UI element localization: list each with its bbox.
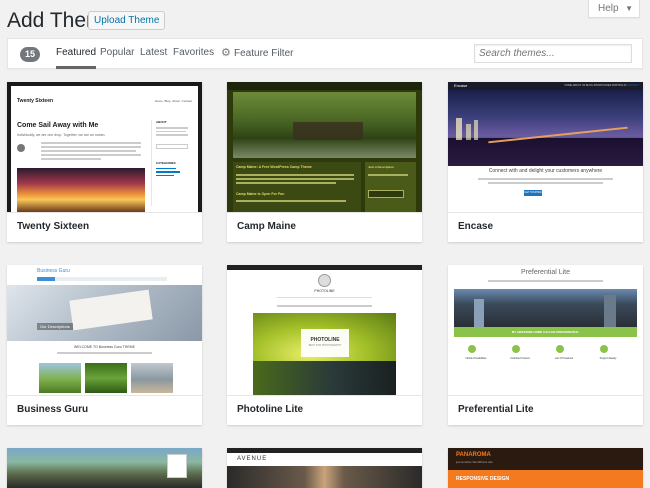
theme-name[interactable]: Camp Maine bbox=[227, 212, 422, 242]
theme-card[interactable]: AVENUE bbox=[227, 448, 422, 488]
theme-screenshot[interactable]: AVENUE bbox=[227, 448, 422, 488]
theme-screenshot[interactable] bbox=[7, 448, 202, 488]
theme-screenshot[interactable]: PANAROMA just another WordPress site RES… bbox=[448, 448, 643, 488]
search-themes-input[interactable] bbox=[474, 44, 632, 63]
help-label: Help bbox=[598, 3, 619, 14]
preview-heading: Camp Maine: A Free WordPress Camp Theme bbox=[236, 165, 312, 169]
preview-hero-image bbox=[17, 168, 145, 212]
preview-brand: PANAROMA bbox=[456, 452, 491, 458]
preview-post-title: Come Sail Away with Me bbox=[17, 122, 99, 129]
help-tab[interactable]: Help ▼ bbox=[588, 0, 640, 18]
theme-card-twenty-sixteen[interactable]: Twenty Sixteen Home Blog About Contact C… bbox=[7, 82, 202, 242]
preview-menu bbox=[167, 454, 187, 478]
gear-icon: ⚙ bbox=[221, 47, 231, 59]
preview-brand: Preferential Lite bbox=[520, 269, 571, 276]
theme-card[interactable] bbox=[7, 448, 202, 488]
tab-popular[interactable]: Popular bbox=[100, 39, 134, 69]
preview-hero-image: PHOTOLINE BEST FOR PHOTOGRAPHY bbox=[253, 313, 396, 395]
tab-favorites[interactable]: Favorites bbox=[173, 39, 214, 69]
preview-brand: Encase bbox=[454, 83, 468, 88]
theme-screenshot[interactable]: PHOTOLINE PHOTOLINE BEST FOR PHOTOGRAPHY bbox=[227, 265, 422, 395]
preview-band-title: MY AWESOME HOME CALLED PREFERENTIAL bbox=[511, 330, 580, 334]
preview-hero-image bbox=[454, 289, 637, 327]
theme-card-camp-maine[interactable]: Camp Maine: A Free WordPress Camp Theme … bbox=[227, 82, 422, 242]
preview-welcome: WELCOME TO Business Guru THEME bbox=[74, 345, 135, 349]
preview-hero-image bbox=[227, 466, 422, 488]
theme-card-photoline-lite[interactable]: PHOTOLINE PHOTOLINE BEST FOR PHOTOGRAPHY… bbox=[227, 265, 422, 425]
preview-nav: Home Blog About Contact bbox=[154, 99, 192, 103]
caret-down-icon: ▼ bbox=[625, 4, 633, 13]
theme-name[interactable]: Business Guru bbox=[7, 395, 202, 425]
preview-brand: PHOTOLINE bbox=[314, 289, 335, 293]
theme-filter-bar: 15 Featured Popular Latest Favorites ⚙ Fe… bbox=[7, 38, 643, 69]
preview-caption: Our Descriptions bbox=[37, 323, 73, 330]
preview-nav: HOME ABOUT US BLOG SHORTCODES PORTFOLIO … bbox=[564, 84, 639, 87]
tab-featured[interactable]: Featured bbox=[56, 39, 97, 69]
avatar bbox=[17, 144, 25, 152]
theme-card-preferential-lite[interactable]: Preferential Lite MY AWESOME HOME CALLED… bbox=[448, 265, 643, 425]
theme-name[interactable]: Preferential Lite bbox=[448, 395, 643, 425]
preview-brand: AVENUE bbox=[237, 456, 268, 462]
preview-button: GET STARTED bbox=[524, 190, 542, 196]
theme-screenshot[interactable]: Twenty Sixteen Home Blog About Contact C… bbox=[7, 82, 202, 212]
preview-hero-image: Our Descriptions bbox=[7, 285, 202, 341]
theme-screenshot[interactable]: Preferential Lite MY AWESOME HOME CALLED… bbox=[448, 265, 643, 395]
preview-sub-heading: Camp Maine is Open For Fun bbox=[236, 192, 285, 196]
preview-thumbnail bbox=[131, 363, 173, 393]
upload-theme-button[interactable]: Upload Theme bbox=[88, 11, 166, 30]
preview-brand: Business Guru bbox=[37, 268, 70, 274]
theme-card[interactable]: PANAROMA just another WordPress site RES… bbox=[448, 448, 643, 488]
tab-latest[interactable]: Latest bbox=[140, 39, 167, 69]
theme-name[interactable]: Encase bbox=[448, 212, 643, 242]
preview-site-title: Twenty Sixteen bbox=[17, 98, 54, 104]
preview-tagline: Connect with and delight your customers … bbox=[488, 168, 603, 174]
theme-card-encase[interactable]: Encase HOME ABOUT US BLOG SHORTCODES POR… bbox=[448, 82, 643, 242]
theme-name[interactable]: Twenty Sixteen bbox=[7, 212, 202, 242]
theme-name[interactable]: Photoline Lite bbox=[227, 395, 422, 425]
preview-hero-image bbox=[233, 92, 416, 158]
preview-side-title: Just a Description bbox=[368, 165, 395, 169]
feature-filter-button[interactable]: ⚙ Feature Filter bbox=[221, 39, 293, 69]
preview-thumbnail bbox=[85, 363, 127, 393]
preview-hero-label: PHOTOLINE bbox=[310, 337, 340, 343]
theme-screenshot[interactable]: Business Guru Our Descriptions WELCOME T… bbox=[7, 265, 202, 395]
preview-post-subtitle: Individually, we are one drop. Together,… bbox=[17, 133, 106, 137]
theme-count-badge: 15 bbox=[20, 47, 40, 62]
preview-hero-text: RESPONSIVE DESIGN bbox=[456, 476, 510, 482]
theme-screenshot[interactable]: Encase HOME ABOUT US BLOG SHORTCODES POR… bbox=[448, 82, 643, 212]
feature-filter-label: Feature Filter bbox=[234, 48, 294, 59]
theme-card-business-guru[interactable]: Business Guru Our Descriptions WELCOME T… bbox=[7, 265, 202, 425]
camera-icon bbox=[318, 274, 331, 287]
preview-thumbnail bbox=[39, 363, 81, 393]
preview-hero-image bbox=[448, 90, 643, 166]
theme-screenshot[interactable]: Camp Maine: A Free WordPress Camp Theme … bbox=[227, 82, 422, 212]
